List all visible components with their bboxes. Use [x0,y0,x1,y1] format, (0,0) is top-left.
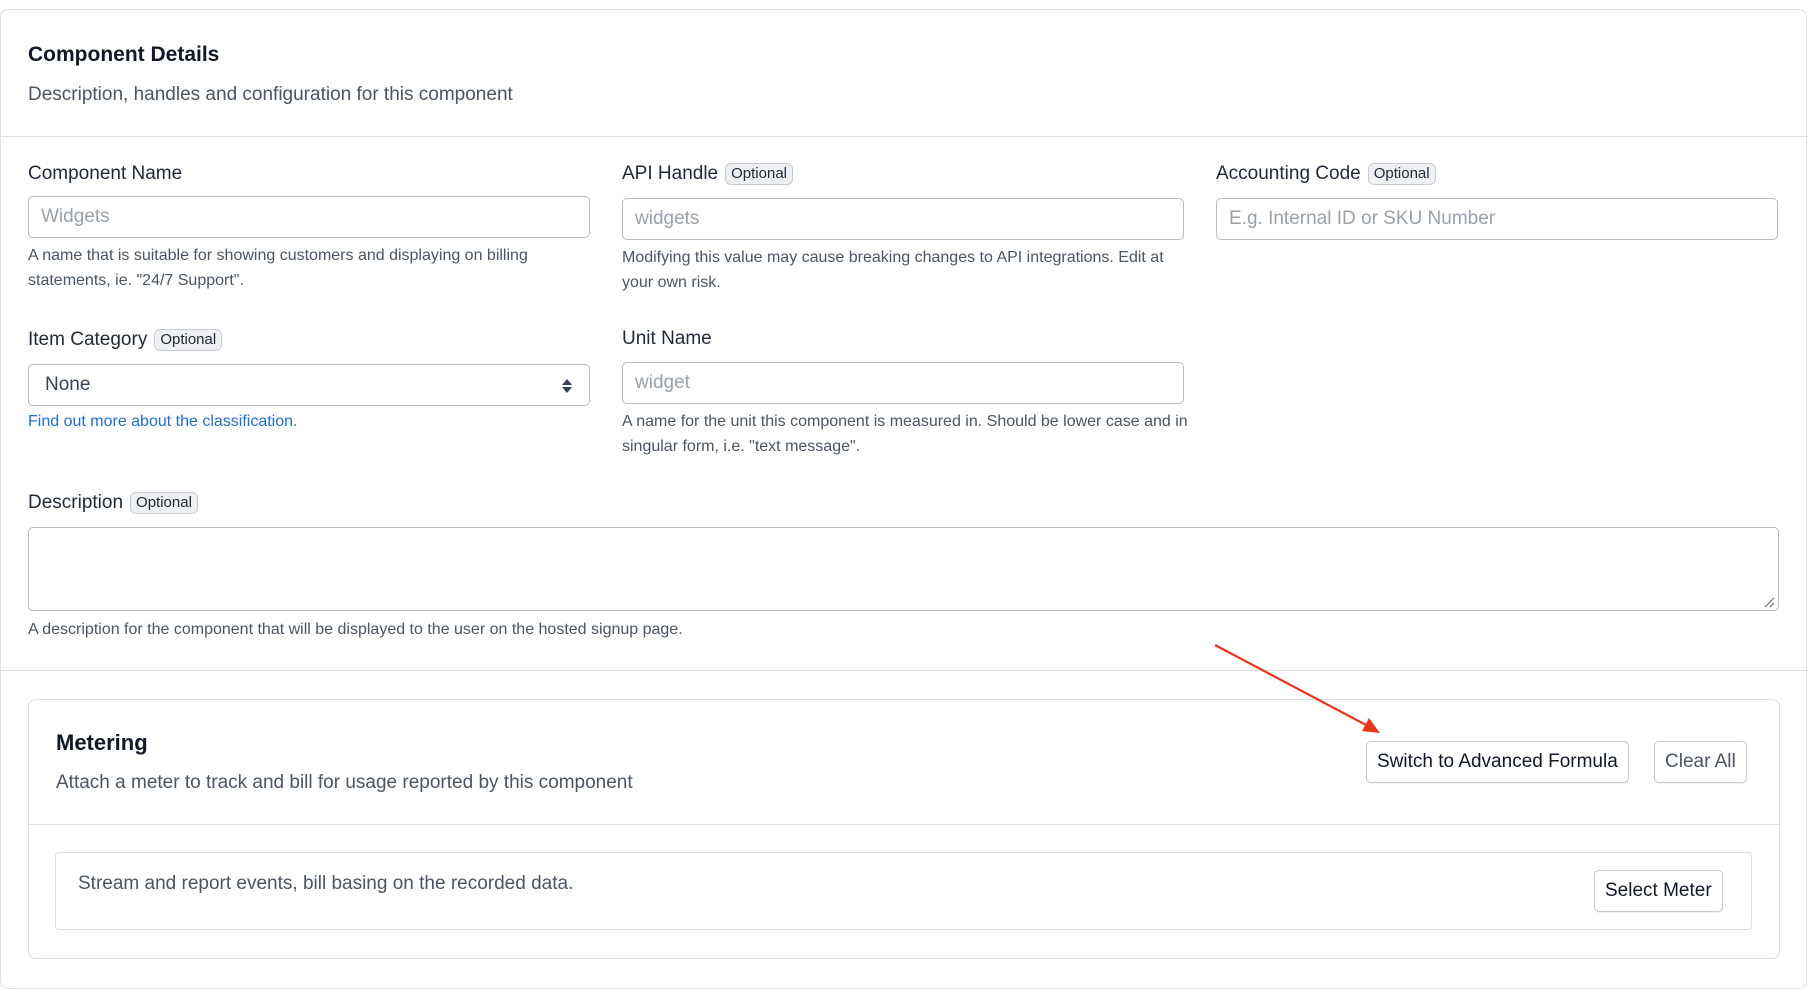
description-label-text: Description [28,492,124,513]
component-name-input[interactable] [28,196,590,238]
optional-badge: Optional [130,492,198,514]
select-arrows-icon [562,379,572,393]
api-handle-label-text: API Handle [622,163,719,184]
accounting-code-input[interactable] [1216,198,1778,240]
clear-all-button[interactable]: Clear All [1654,741,1747,783]
classification-link[interactable]: Find out more about the classification. [28,413,297,431]
component-name-label-text: Component Name [28,163,183,184]
metering-title: Metering [56,730,148,755]
optional-badge: Optional [1367,163,1436,185]
stream-text: Stream and report events, bill basing on… [78,873,574,894]
api-handle-label: API Handle Optional [622,163,793,185]
item-category-value: None [45,374,91,395]
optional-badge: Optional [154,329,223,351]
unit-name-label-text: Unit Name [622,328,712,349]
accounting-code-label: Accounting Code Optional [1216,163,1436,185]
api-handle-input[interactable] [622,198,1184,240]
item-category-select[interactable]: None [28,364,590,406]
unit-name-help: A name for the unit this component is me… [622,413,1188,455]
component-name-label: Component Name [28,163,182,185]
description-label: Description Optional [28,492,198,514]
select-meter-button[interactable]: Select Meter [1594,870,1723,912]
header-divider [0,136,1808,137]
component-name-help: A name that is suitable for showing cust… [28,247,528,289]
metering-divider [0,670,1808,671]
unit-name-input[interactable] [622,362,1184,404]
api-handle-help: Modifying this value may cause breaking … [622,249,1164,291]
item-category-label-text: Item Category [28,329,148,350]
description-textarea[interactable] [28,527,1779,611]
description-help: A description for the component that wil… [28,621,683,638]
section-title: Component Details [28,43,220,66]
unit-name-label: Unit Name [622,328,712,350]
accounting-code-label-text: Accounting Code [1216,163,1361,184]
optional-badge: Optional [725,163,793,185]
resize-grip-icon[interactable] [1763,596,1775,608]
metering-subtitle: Attach a meter to track and bill for usa… [56,772,633,793]
switch-advanced-formula-button[interactable]: Switch to Advanced Formula [1366,741,1629,783]
section-subtitle: Description, handles and configuration f… [28,84,513,105]
item-category-label: Item Category Optional [28,329,223,351]
metering-inner-divider [29,824,1779,825]
